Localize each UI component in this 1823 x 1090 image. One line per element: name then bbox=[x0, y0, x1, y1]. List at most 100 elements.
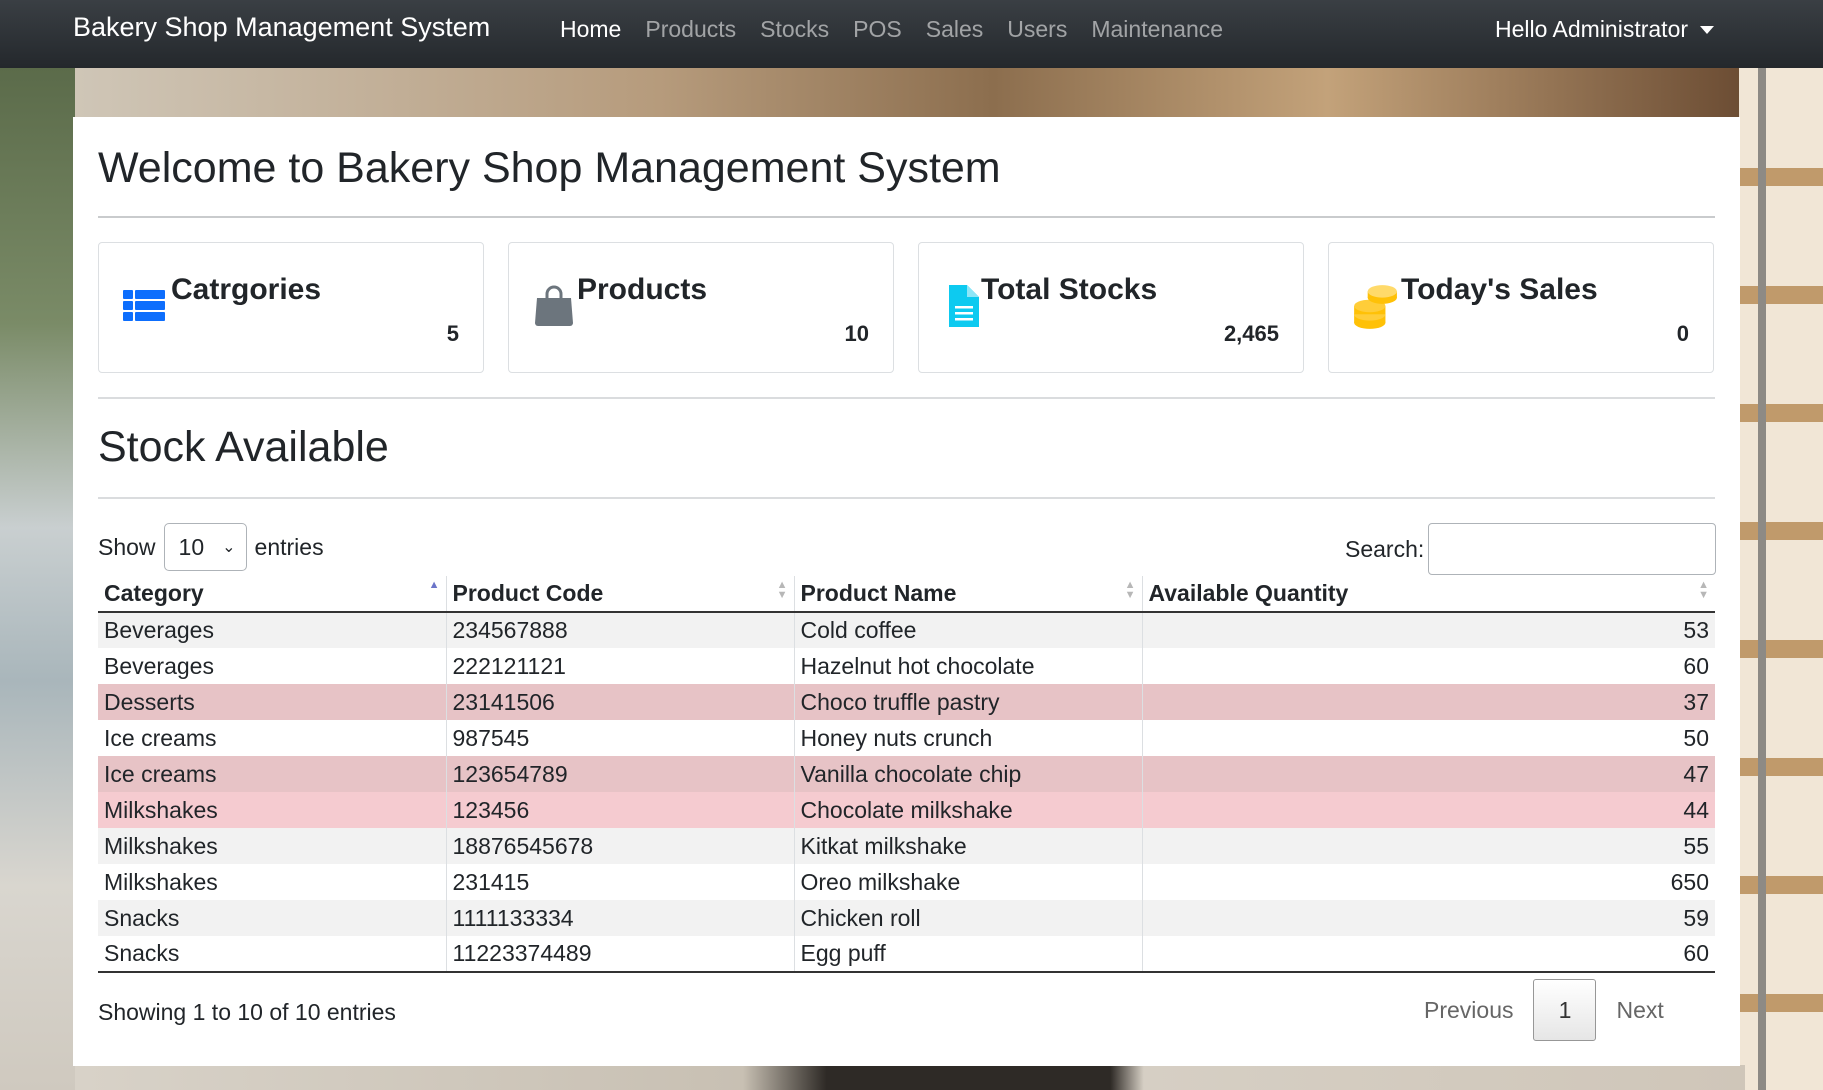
cell-product-name: Oreo milkshake bbox=[794, 864, 1143, 900]
column-header-label: Product Name bbox=[800, 580, 957, 606]
cell-category: Snacks bbox=[98, 900, 447, 936]
nav-maintenance[interactable]: Maintenance bbox=[1091, 16, 1223, 43]
cell-product-code: 18876545678 bbox=[446, 828, 795, 864]
cell-product-name: Choco truffle pastry bbox=[794, 684, 1143, 720]
nav-home[interactable]: Home bbox=[560, 16, 621, 43]
cell-product-name: Cold coffee bbox=[794, 612, 1143, 648]
background-shelves-top bbox=[75, 68, 1745, 118]
shopping-bag-icon bbox=[535, 285, 573, 326]
user-menu-dropdown[interactable]: Hello Administrator bbox=[1495, 16, 1715, 43]
cell-product-code: 231415 bbox=[446, 864, 795, 900]
cell-available-quantity: 37 bbox=[1142, 684, 1715, 720]
column-header-product-code[interactable]: Product Code ▲ ▼ bbox=[446, 576, 795, 613]
cell-product-code: 11223374489 bbox=[446, 936, 795, 973]
background-floor bbox=[75, 1065, 1745, 1090]
table-row[interactable]: Beverages 222121121 Hazelnut hot chocolate… bbox=[98, 648, 1715, 684]
next-page-button[interactable]: Next bbox=[1596, 997, 1683, 1024]
cell-available-quantity: 60 bbox=[1142, 648, 1715, 684]
column-header-product-name[interactable]: Product Name ▲ ▼ bbox=[794, 576, 1143, 613]
cell-product-name: Vanilla chocolate chip bbox=[794, 756, 1143, 792]
caret-down-icon bbox=[1700, 25, 1715, 34]
nav-sales[interactable]: Sales bbox=[926, 16, 984, 43]
cell-product-name: Egg puff bbox=[794, 936, 1143, 973]
cell-available-quantity: 47 bbox=[1142, 756, 1715, 792]
column-header-category[interactable]: Category ▲ bbox=[98, 576, 447, 613]
stat-label: Catrgories bbox=[171, 273, 322, 306]
cell-category: Beverages bbox=[98, 648, 447, 684]
brand-title[interactable]: Bakery Shop Management System bbox=[73, 12, 490, 43]
entries-label: entries bbox=[254, 533, 324, 560]
show-label: Show bbox=[98, 533, 156, 560]
sort-icon: ▲ ▼ bbox=[1698, 579, 1709, 601]
section-title: Stock Available bbox=[98, 423, 389, 471]
stat-card-products: Products 10 bbox=[508, 242, 894, 373]
nav-users[interactable]: Users bbox=[1007, 16, 1067, 43]
cell-product-code: 1111133334 bbox=[446, 900, 795, 936]
divider bbox=[98, 497, 1715, 499]
nav-stocks[interactable]: Stocks bbox=[760, 16, 829, 43]
page-length-control: Show 10 ⌄ entries bbox=[98, 523, 324, 571]
sort-icon: ▲ ▼ bbox=[1124, 579, 1136, 601]
cell-product-name: Kitkat milkshake bbox=[794, 828, 1143, 864]
background-post bbox=[1758, 68, 1766, 1090]
cell-product-code: 123456 bbox=[446, 792, 795, 828]
page-length-select[interactable]: 10 ⌄ bbox=[163, 523, 247, 571]
cell-available-quantity: 650 bbox=[1142, 864, 1715, 900]
table-row[interactable]: Milkshakes 18876545678 Kitkat milkshake 55 bbox=[98, 828, 1715, 864]
cell-category: Beverages bbox=[98, 612, 447, 648]
top-navbar: Bakery Shop Management System Home Produ… bbox=[0, 0, 1823, 68]
background-shelves-right bbox=[1739, 68, 1823, 1090]
table-search: Search: bbox=[1345, 523, 1717, 575]
cell-category: Snacks bbox=[98, 936, 447, 973]
table-row[interactable]: Ice creams 987545 Honey nuts crunch 50 bbox=[98, 720, 1715, 756]
cell-product-name: Chocolate milkshake bbox=[794, 792, 1143, 828]
coins-icon bbox=[1354, 285, 1397, 329]
search-input[interactable] bbox=[1428, 523, 1717, 575]
cell-available-quantity: 50 bbox=[1142, 720, 1715, 756]
cell-product-name: Chicken roll bbox=[794, 900, 1143, 936]
stat-label: Today's Sales bbox=[1401, 273, 1598, 306]
cell-category: Milkshakes bbox=[98, 828, 447, 864]
cell-product-name: Hazelnut hot chocolate bbox=[794, 648, 1143, 684]
column-header-available-quantity[interactable]: Available Quantity ▲ ▼ bbox=[1142, 576, 1715, 613]
table-header-row: Category ▲ Product Code ▲ ▼ Product Name … bbox=[98, 576, 1715, 613]
chevron-down-icon: ⌄ bbox=[222, 539, 236, 556]
stat-label: Products bbox=[577, 273, 708, 306]
column-header-label: Category bbox=[104, 580, 204, 606]
page-1-button[interactable]: 1 bbox=[1533, 979, 1597, 1041]
column-header-label: Available Quantity bbox=[1148, 580, 1349, 606]
cell-category: Ice creams bbox=[98, 756, 447, 792]
stock-table: Category ▲ Product Code ▲ ▼ Product Name … bbox=[98, 576, 1715, 973]
nav-pos[interactable]: POS bbox=[853, 16, 902, 43]
cell-available-quantity: 59 bbox=[1142, 900, 1715, 936]
search-label: Search: bbox=[1345, 535, 1425, 562]
stat-value: 2,465 bbox=[1223, 321, 1279, 346]
background-window-left bbox=[0, 68, 75, 1090]
table-info: Showing 1 to 10 of 10 entries bbox=[98, 999, 396, 1025]
table-row[interactable]: Beverages 234567888 Cold coffee 53 bbox=[98, 612, 1715, 648]
cell-available-quantity: 60 bbox=[1142, 936, 1715, 973]
table-row[interactable]: Snacks 11223374489 Egg puff 60 bbox=[98, 936, 1715, 973]
user-greeting: Hello Administrator bbox=[1495, 16, 1689, 42]
table-row[interactable]: Snacks 1111133334 Chicken roll 59 bbox=[98, 900, 1715, 936]
main-card: Welcome to Bakery Shop Management System… bbox=[73, 117, 1740, 1066]
nav-products[interactable]: Products bbox=[645, 16, 736, 43]
table-row[interactable]: Milkshakes 231415 Oreo milkshake 650 bbox=[98, 864, 1715, 900]
cell-category: Milkshakes bbox=[98, 864, 447, 900]
stat-value: 5 bbox=[446, 321, 459, 346]
page-length-value: 10 bbox=[178, 533, 205, 560]
pagination: Previous 1 Next bbox=[1404, 979, 1684, 1041]
stat-value: 0 bbox=[1676, 321, 1689, 346]
table-row[interactable]: Desserts 23141506 Choco truffle pastry 37 bbox=[98, 684, 1715, 720]
table-row[interactable]: Ice creams 123654789 Vanilla chocolate chi… bbox=[98, 756, 1715, 792]
cell-category: Desserts bbox=[98, 684, 447, 720]
stat-label: Total Stocks bbox=[981, 273, 1158, 306]
stat-card-total-stocks: Total Stocks 2,465 bbox=[918, 242, 1304, 373]
sort-ascending-icon: ▲ bbox=[428, 579, 440, 591]
cell-product-code: 123654789 bbox=[446, 756, 795, 792]
cell-available-quantity: 55 bbox=[1142, 828, 1715, 864]
previous-page-button[interactable]: Previous bbox=[1404, 997, 1533, 1024]
table-row[interactable]: Milkshakes 123456 Chocolate milkshake 44 bbox=[98, 792, 1715, 828]
cell-product-code: 222121121 bbox=[446, 648, 795, 684]
cell-product-code: 23141506 bbox=[446, 684, 795, 720]
